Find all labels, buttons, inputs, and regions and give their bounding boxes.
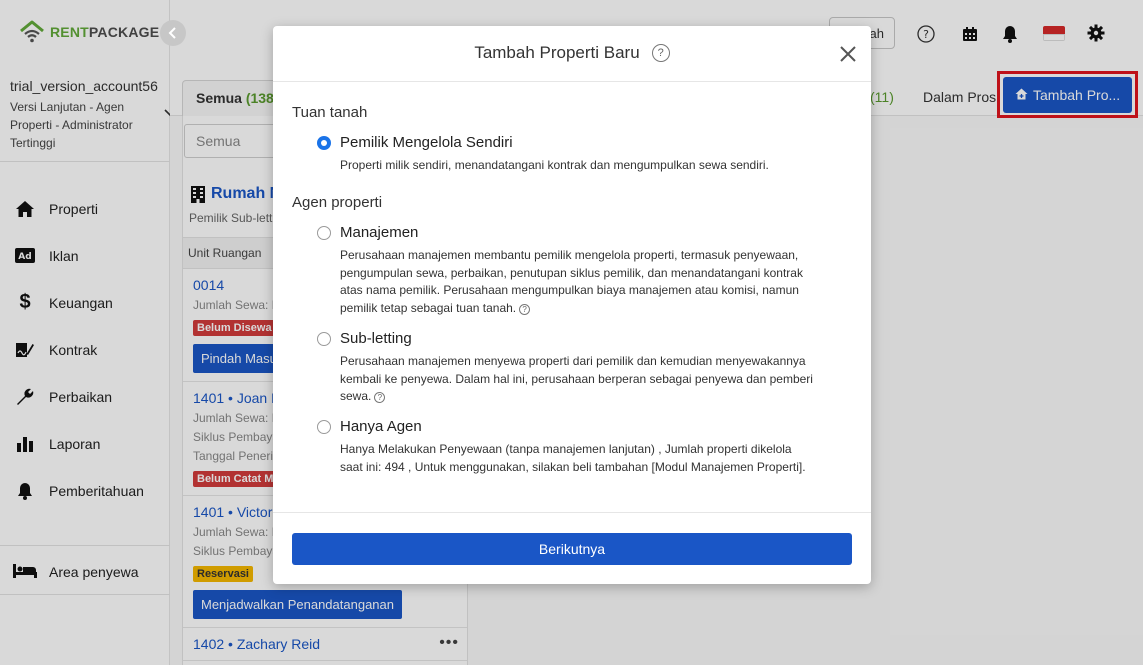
radio-agent-only[interactable]: [317, 419, 331, 434]
option-label: Sub-letting: [340, 330, 412, 347]
chevron-left-icon: [168, 27, 176, 39]
section-landlord: Tuan tanah: [292, 104, 368, 121]
radio-self-managed[interactable]: [317, 135, 331, 150]
radio-subletting[interactable]: [317, 331, 331, 346]
option-label: Hanya Agen: [340, 418, 422, 435]
add-property-dialog: Tambah Properti Baru? Tuan tanah Pemilik…: [273, 26, 871, 584]
option-description: Perusahaan manajemen menyewa properti da…: [340, 354, 813, 404]
help-icon[interactable]: ?: [519, 303, 531, 315]
help-icon[interactable]: ?: [374, 392, 386, 404]
close-button[interactable]: [837, 43, 859, 65]
option-label: Manajemen: [340, 224, 419, 241]
dialog-footer: Berikutnya: [273, 512, 871, 584]
next-button[interactable]: Berikutnya: [292, 533, 852, 565]
collapse-sidebar-button[interactable]: [160, 20, 186, 46]
dialog-header: Tambah Properti Baru?: [273, 26, 871, 82]
option-label: Pemilik Mengelola Sendiri: [340, 134, 513, 151]
dialog-title: Tambah Properti Baru?: [273, 43, 871, 63]
option-subletting[interactable]: Sub-letting Perusahaan manajemen menyewa…: [317, 330, 817, 406]
close-icon: [840, 46, 856, 62]
option-management[interactable]: Manajemen Perusahaan manajemen membantu …: [317, 224, 817, 317]
radio-management[interactable]: [317, 225, 331, 240]
option-description: Properti milik sendiri, menandatangani k…: [340, 158, 769, 172]
option-description: Perusahaan manajemen membantu pemilik me…: [340, 248, 803, 315]
option-agent-only[interactable]: Hanya Agen Hanya Melakukan Penyewaan (ta…: [317, 418, 817, 476]
option-description: Hanya Melakukan Penyewaan (tanpa manajem…: [340, 442, 806, 474]
section-agent: Agen properti: [292, 194, 383, 211]
option-self-managed[interactable]: Pemilik Mengelola Sendiri Properti milik…: [317, 134, 817, 175]
help-icon[interactable]: ?: [651, 44, 670, 62]
